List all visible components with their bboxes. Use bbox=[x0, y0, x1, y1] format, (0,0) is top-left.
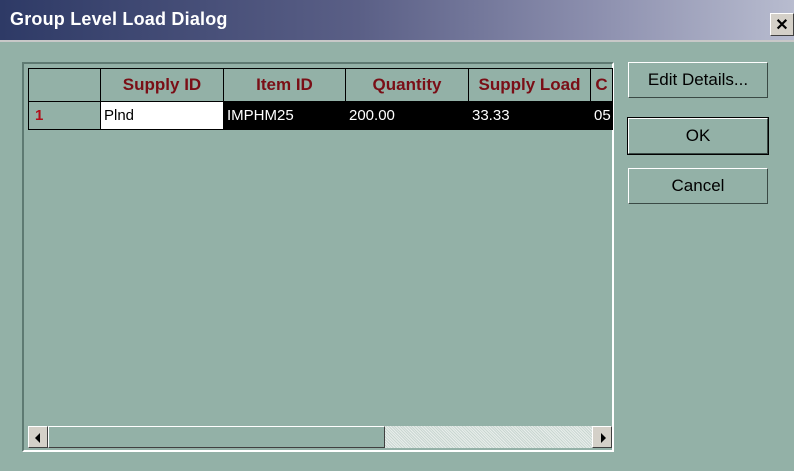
cell-item-id[interactable]: IMPHM25 bbox=[223, 100, 346, 131]
column-header-c[interactable]: C bbox=[590, 68, 613, 102]
column-header-item-id[interactable]: Item ID bbox=[223, 68, 346, 102]
column-header-quantity[interactable]: Quantity bbox=[345, 68, 469, 102]
column-header-supply-load[interactable]: Supply Load bbox=[468, 68, 591, 102]
row-number[interactable]: 1 bbox=[28, 100, 101, 131]
scroll-right-button[interactable] bbox=[592, 426, 612, 448]
corner-header[interactable] bbox=[28, 68, 101, 102]
grid-table: Supply ID Item ID Quantity Supply Load C… bbox=[28, 68, 613, 131]
title-bar: Group Level Load Dialog ✕ bbox=[0, 0, 794, 42]
arrow-right-icon bbox=[601, 433, 606, 443]
cancel-button[interactable]: Cancel bbox=[628, 168, 768, 204]
window-title: Group Level Load Dialog bbox=[10, 9, 228, 29]
scroll-left-button[interactable] bbox=[28, 426, 48, 448]
header-row: Supply ID Item ID Quantity Supply Load C bbox=[28, 68, 613, 102]
edit-details-button[interactable]: Edit Details... bbox=[628, 62, 768, 98]
cell-quantity[interactable]: 200.00 bbox=[345, 100, 469, 131]
ok-button[interactable]: OK bbox=[627, 117, 769, 155]
cell-supply-id[interactable]: Plnd bbox=[100, 100, 224, 131]
table-row[interactable]: 1 Plnd IMPHM25 200.00 33.33 05 bbox=[28, 100, 613, 131]
scroll-thumb[interactable] bbox=[48, 426, 385, 448]
arrow-left-icon bbox=[35, 433, 40, 443]
cell-supply-load[interactable]: 33.33 bbox=[468, 100, 591, 131]
cell-c[interactable]: 05 bbox=[590, 100, 613, 131]
close-button[interactable]: ✕ bbox=[770, 13, 794, 36]
close-icon: ✕ bbox=[775, 16, 789, 34]
load-grid[interactable]: Supply ID Item ID Quantity Supply Load C… bbox=[22, 62, 614, 452]
column-header-supply-id[interactable]: Supply ID bbox=[100, 68, 224, 102]
horizontal-scrollbar[interactable] bbox=[28, 426, 612, 448]
